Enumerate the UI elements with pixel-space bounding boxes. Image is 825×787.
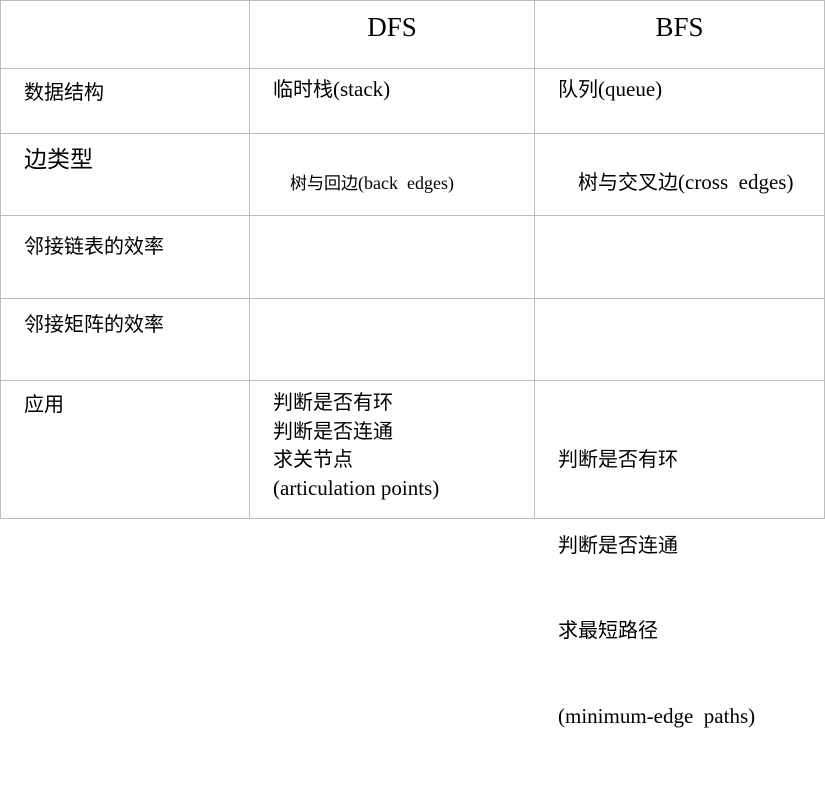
row-label-data-structure: 数据结构 (24, 80, 104, 104)
row-label-adj-matrix: 邻接矩阵的效率 (24, 312, 164, 336)
dfs-app-line: 求关节点 (273, 447, 353, 471)
dfs-app-line: 判断是否有环 (273, 390, 393, 414)
dfs-edge-type: 树与回边(back edges) (273, 140, 454, 227)
comparison-table: DFS BFS 数据结构 临时栈(stack) 队列(queue) 边类型 树与… (0, 0, 825, 728)
bfs-app-en: (minimum-edge paths) (558, 703, 756, 728)
header-bfs: BFS (655, 12, 704, 42)
grid-line (534, 0, 535, 519)
grid-line (0, 68, 825, 69)
dfs-data-structure-zh: 临时栈 (273, 77, 333, 101)
dfs-edge-type-en: (back edges) (358, 172, 454, 193)
bfs-data-structure-en: (queue) (598, 77, 663, 101)
dfs-edge-type-zh: 树与回边 (290, 173, 358, 194)
bfs-data-structure-zh: 队列 (558, 77, 598, 101)
header-empty-cell (0, 0, 249, 68)
bfs-data-structure: 队列(queue) (558, 75, 662, 105)
row-label-edge-type: 边类型 (24, 147, 93, 173)
dfs-data-structure: 临时栈(stack) (273, 75, 390, 105)
dfs-app-en: (articulation points) (273, 475, 440, 500)
bfs-applications: 判断是否有环 判断是否连通 求最短路径 (minimum-edge paths) (558, 388, 755, 787)
dfs-data-structure-en: (stack) (333, 77, 391, 101)
grid-line (0, 380, 825, 381)
grid-line (249, 0, 250, 519)
row-label-applications: 应用 (24, 392, 64, 416)
grid-line (0, 133, 825, 134)
grid-line (0, 298, 825, 299)
bfs-app-line: 判断是否连通 (558, 532, 678, 557)
grid-line (0, 0, 1, 519)
bfs-app-line: 求最短路径 (558, 618, 658, 642)
header-dfs: DFS (367, 12, 417, 42)
row-label-adj-list: 邻接链表的效率 (24, 234, 164, 258)
bfs-edge-type-en: (cross edges) (678, 169, 794, 194)
dfs-applications: 判断是否有环 判断是否连通 求关节点 (articulation points) (273, 388, 439, 502)
bfs-app-line: 判断是否有环 (558, 447, 678, 471)
bfs-edge-type-zh: 树与交叉边 (578, 169, 678, 194)
dfs-app-line: 判断是否连通 (273, 418, 393, 443)
bfs-edge-type: 树与交叉边(cross edges) (558, 139, 793, 226)
